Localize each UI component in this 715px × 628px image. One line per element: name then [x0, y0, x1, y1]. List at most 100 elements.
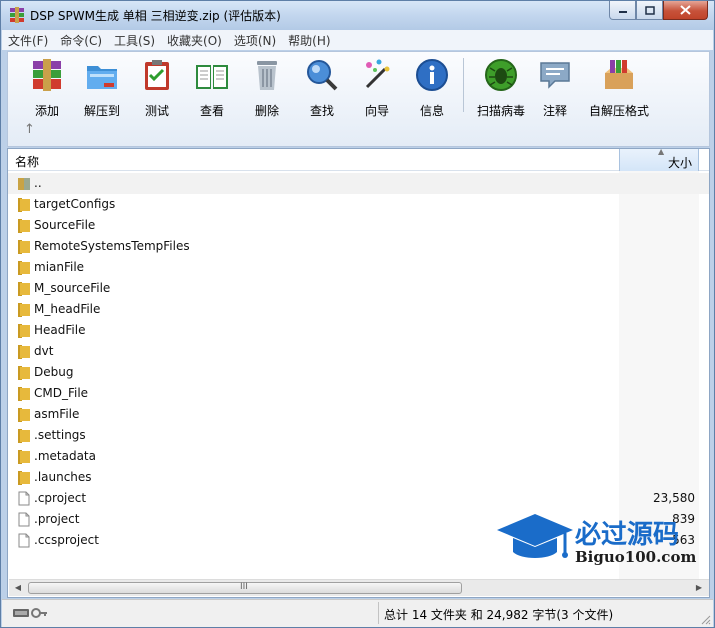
magic-wand-icon — [365, 59, 390, 89]
test-button[interactable]: 测试 — [130, 54, 184, 118]
menu-bar: 文件(F) 命令(C) 工具(S) 收藏夹(O) 选项(N) 帮助(H) — [2, 30, 713, 50]
column-size-label: 大小 — [667, 156, 692, 170]
folder-icon — [18, 261, 30, 275]
scan-virus-button[interactable]: 扫描病毒 — [471, 54, 531, 118]
scan-virus-label: 扫描病毒 — [476, 104, 525, 118]
file-name: SourceFile — [34, 218, 96, 232]
info-button[interactable]: 信息 — [405, 54, 459, 118]
find-button[interactable]: 查找 — [295, 54, 349, 118]
file-name: .settings — [34, 428, 86, 442]
watermark-title: 必过源码 — [575, 520, 680, 550]
window-title: DSP SPWM生成 单相 三相逆变.zip (评估版本) — [30, 9, 281, 23]
title-bar[interactable]: DSP SPWM生成 单相 三相逆变.zip (评估版本) — [1, 1, 714, 30]
parent-folder-row[interactable]: .. — [8, 173, 709, 194]
menu-tools[interactable]: 工具(S) — [108, 32, 161, 49]
table-row[interactable]: mianFile — [8, 257, 709, 278]
column-size-header[interactable]: ▲ 大小 — [619, 149, 699, 171]
file-name: Debug — [34, 365, 74, 379]
file-name: .metadata — [34, 449, 96, 463]
magnifier-icon — [307, 60, 338, 91]
file-name: M_sourceFile — [34, 281, 111, 295]
scroll-left-icon[interactable]: ◀ — [10, 581, 26, 595]
info-label: 信息 — [419, 104, 444, 118]
test-label: 测试 — [144, 104, 169, 118]
table-row[interactable]: .settings — [8, 425, 709, 446]
wizard-button[interactable]: 向导 — [350, 54, 404, 118]
menu-favorites[interactable]: 收藏夹(O) — [161, 32, 228, 49]
table-row[interactable]: M_sourceFile — [8, 278, 709, 299]
comment-icon — [540, 62, 570, 89]
folder-icon — [18, 387, 30, 401]
view-label: 查看 — [199, 104, 224, 118]
maximize-button[interactable] — [636, 1, 663, 20]
file-list[interactable]: 名称 ▲ 大小 .. targetConfigs SourceFile RemoteS… — [7, 148, 710, 598]
file-name: .. — [34, 176, 42, 190]
scroll-right-icon[interactable]: ▶ — [691, 581, 707, 595]
file-name: .cproject — [34, 491, 87, 505]
file-rows: .. targetConfigs SourceFile RemoteSystemsTe… — [8, 173, 709, 551]
comment-button[interactable]: 注释 — [528, 54, 582, 118]
folder-icon — [18, 366, 30, 380]
extract-to-label: 解压到 — [83, 104, 120, 118]
menu-help[interactable]: 帮助(H) — [282, 32, 336, 49]
file-size: 23,580 — [653, 491, 695, 505]
comment-label: 注释 — [542, 104, 567, 118]
archive-window: DSP SPWM生成 单相 三相逆变.zip (评估版本) 文件(F) 命令(C… — [0, 0, 715, 628]
resize-grip-icon[interactable] — [699, 613, 711, 625]
sfx-button[interactable]: 自解压格式 — [585, 54, 653, 118]
table-row[interactable]: .metadata — [8, 446, 709, 467]
status-bar: 总计 14 文件夹 和 24,982 字节(3 个文件) — [2, 599, 713, 627]
minimize-icon — [618, 11, 627, 13]
delete-button[interactable]: 删除 — [240, 54, 294, 118]
file-name: dvt — [34, 344, 54, 358]
virus-bug-icon — [485, 59, 517, 91]
table-row[interactable]: dvt — [8, 341, 709, 362]
table-row[interactable]: HeadFile — [8, 320, 709, 341]
file-icon — [18, 533, 30, 548]
drive-key-icon[interactable] — [12, 606, 48, 620]
menu-file[interactable]: 文件(F) — [2, 32, 54, 49]
table-row[interactable]: .launches — [8, 467, 709, 488]
folder-icon — [18, 471, 30, 485]
table-row[interactable]: targetConfigs — [8, 194, 709, 215]
table-row[interactable]: .cproject 23,580 — [8, 488, 709, 509]
folder-icon — [18, 303, 30, 317]
table-row[interactable]: RemoteSystemsTempFiles — [8, 236, 709, 257]
scrollbar-thumb[interactable]: III — [28, 582, 462, 594]
delete-label: 删除 — [254, 104, 279, 118]
folder-icon — [18, 219, 30, 233]
extract-to-button[interactable]: 解压到 — [75, 54, 129, 118]
wizard-label: 向导 — [364, 104, 389, 118]
folder-icon — [18, 198, 30, 212]
find-label: 查找 — [309, 104, 334, 118]
minimize-button[interactable] — [609, 1, 636, 20]
column-name-header[interactable]: 名称 — [15, 153, 39, 170]
folder-icon — [18, 408, 30, 422]
table-row[interactable]: SourceFile — [8, 215, 709, 236]
file-name: .launches — [34, 470, 92, 484]
menu-options[interactable]: 选项(N) — [228, 32, 282, 49]
file-name: .project — [34, 512, 80, 526]
table-row[interactable]: Debug — [8, 362, 709, 383]
toolbar-separator — [463, 58, 464, 112]
view-button[interactable]: 查看 — [185, 54, 239, 118]
file-name: M_headFile — [34, 302, 101, 316]
status-summary: 总计 14 文件夹 和 24,982 字节(3 个文件) — [384, 608, 614, 622]
info-icon — [416, 59, 448, 91]
add-button[interactable]: 添加 — [20, 54, 74, 118]
winrar-app-icon[interactable] — [9, 7, 25, 23]
up-folder-icon[interactable]: ↑ — [24, 122, 35, 137]
horizontal-scrollbar[interactable]: ◀ III ▶ — [9, 579, 709, 596]
file-name: HeadFile — [34, 323, 86, 337]
file-name: targetConfigs — [34, 197, 116, 211]
close-button[interactable] — [663, 1, 708, 20]
file-icon — [18, 512, 30, 527]
table-row[interactable]: CMD_File — [8, 383, 709, 404]
table-row[interactable]: asmFile — [8, 404, 709, 425]
folder-icon — [18, 429, 30, 443]
table-row[interactable]: M_headFile — [8, 299, 709, 320]
toolbar: 添加 解压到 测试 查看 删除 查找 向导 信息 扫描病毒 注释 自解压格式 ↑ — [7, 51, 710, 147]
trash-icon — [257, 61, 277, 90]
menu-commands[interactable]: 命令(C) — [54, 32, 108, 49]
folder-icon — [18, 240, 30, 254]
